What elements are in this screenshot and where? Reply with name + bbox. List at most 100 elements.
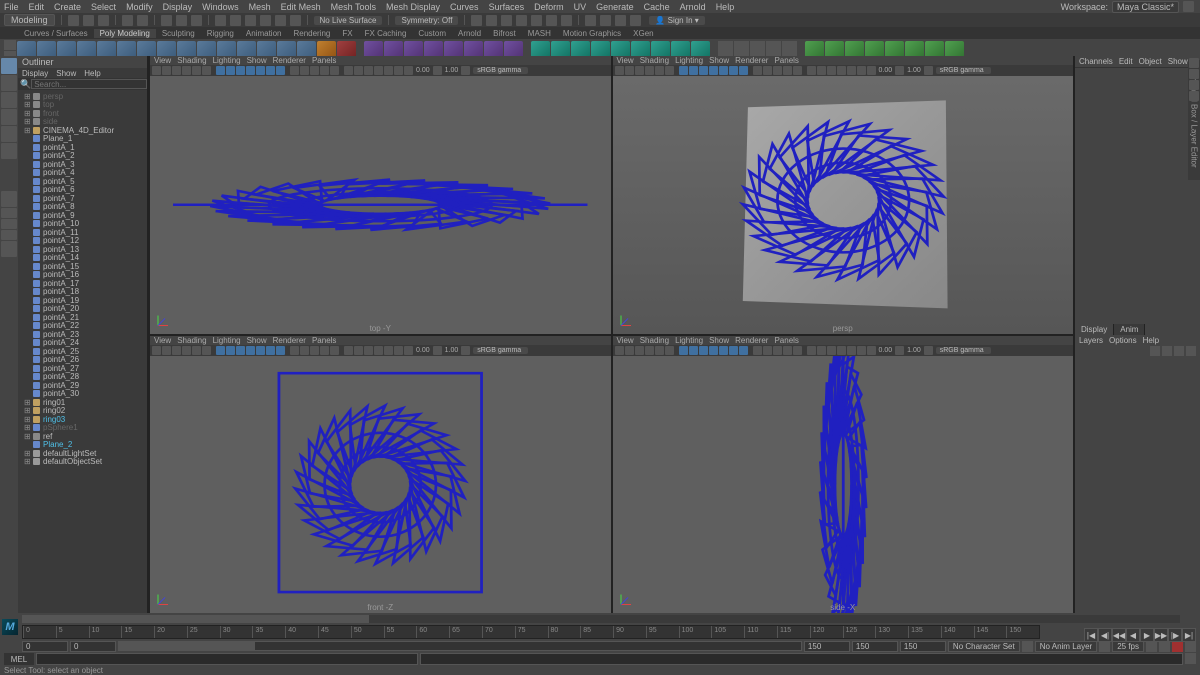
select-tool-icon[interactable] [1,58,17,74]
outliner-item[interactable]: pointA_10 [18,220,147,229]
menu-windows[interactable]: Windows [202,2,239,12]
motion-blur-icon[interactable] [384,66,393,75]
isolate-icon[interactable] [344,66,353,75]
outliner-item[interactable]: ⊞top [18,101,147,110]
last-tool-icon[interactable] [1,191,17,207]
open-scene-icon[interactable] [83,15,94,26]
outliner-item[interactable]: pointA_26 [18,356,147,365]
char-set-icon[interactable] [1022,641,1033,652]
cmd-language-button[interactable]: MEL [4,653,34,665]
workspace-options-icon[interactable] [1183,1,1194,12]
modeling-toolkit-icon[interactable] [600,15,611,26]
safe-title-icon[interactable] [276,66,285,75]
gate-mask-icon[interactable] [246,66,255,75]
outliner-item[interactable]: ⊞ring03 [18,415,147,424]
cb-menu-show[interactable]: Show [1168,57,1188,66]
snap-plane-icon[interactable] [260,15,271,26]
textured-icon[interactable] [310,66,319,75]
outliner-item[interactable]: pointA_21 [18,313,147,322]
vp-canvas-top[interactable]: top -Y [150,76,611,334]
outliner-item[interactable]: ⊞ring02 [18,407,147,416]
multisample-icon[interactable] [394,66,403,75]
shaded-icon[interactable] [300,66,309,75]
undo-icon[interactable] [122,15,133,26]
go-end-icon[interactable]: ▶| [1182,628,1196,642]
play-fwd-icon[interactable]: ▶ [1140,628,1154,642]
outliner-item[interactable]: pointA_2 [18,152,147,161]
current-frame-field[interactable]: 150 [900,641,946,652]
grease-icon[interactable] [202,66,211,75]
exposure-field[interactable]: 0.00 [414,67,432,74]
menu-create[interactable]: Create [54,2,81,12]
outliner-item[interactable]: pointA_28 [18,373,147,382]
menu-curves[interactable]: Curves [450,2,479,12]
outliner-item[interactable]: pointA_23 [18,330,147,339]
grid-icon[interactable] [216,66,225,75]
outliner-item[interactable]: ⊞pSphere1 [18,424,147,433]
viewport-persp[interactable]: ViewShadingLightingShowRendererPanels 0.… [613,56,1074,334]
ipr-icon[interactable] [501,15,512,26]
cb-menu-object[interactable]: Object [1139,57,1162,66]
outliner-list[interactable]: ⊞persp⊞top⊞front⊞side⊞CINEMA_4D_Editor Pl… [18,90,147,613]
safe-action-icon[interactable] [266,66,275,75]
step-back-key-icon[interactable]: ◀| [1098,628,1112,642]
layout-four-icon[interactable] [1,219,17,229]
hud-icon[interactable] [615,15,626,26]
snap-live-icon[interactable] [275,15,286,26]
redo-icon[interactable] [137,15,148,26]
lights-icon[interactable] [320,66,329,75]
outliner-item[interactable]: ⊞front [18,109,147,118]
outliner-item[interactable]: pointA_19 [18,296,147,305]
menu-modify[interactable]: Modify [126,2,153,12]
tool-settings-icon[interactable] [1189,80,1199,90]
layer-tab-display[interactable]: Display [1075,324,1114,335]
shelf-tab-fx[interactable]: FX [336,29,358,38]
outliner-item[interactable]: pointA_29 [18,381,147,390]
vp-canvas-persp[interactable]: persp [613,76,1074,334]
layer-menu-layers[interactable]: Layers [1079,336,1103,345]
step-fwd-key-icon[interactable]: |▶ [1168,628,1182,642]
modeling-toolkit-icon[interactable] [1189,58,1199,68]
new-scene-icon[interactable] [68,15,79,26]
layout-single-icon[interactable] [1,208,17,218]
step-back-icon[interactable]: ◀◀ [1112,628,1126,642]
outliner-item[interactable]: ⊞CINEMA_4D_Editor [18,126,147,135]
outliner-menu-display[interactable]: Display [22,69,48,78]
render-settings-icon[interactable] [516,15,527,26]
outliner-item[interactable]: ⊞side [18,118,147,127]
outliner-menu-show[interactable]: Show [56,69,76,78]
range-end-field[interactable]: 150 [804,641,850,652]
shelf-tab-custom[interactable]: Custom [412,29,452,38]
paint-select-icon[interactable] [191,15,202,26]
construction-history-icon[interactable] [471,15,482,26]
ao-icon[interactable] [374,66,383,75]
outliner-item[interactable]: pointA_22 [18,322,147,331]
move-tool-icon[interactable] [1,109,17,125]
menu-help[interactable]: Help [716,2,735,12]
module-dropdown[interactable]: Modeling [4,14,55,26]
outliner-item[interactable]: pointA_4 [18,169,147,178]
layer-new-empty-icon[interactable] [1186,346,1196,356]
xray-vp-icon[interactable] [354,66,363,75]
outliner-item[interactable]: pointA_15 [18,262,147,271]
menu-mesh-tools[interactable]: Mesh Tools [331,2,376,12]
outliner-item[interactable]: ⊞persp [18,92,147,101]
shelf-tab-render[interactable]: Rendering [287,29,336,38]
light-editor-icon[interactable] [561,15,572,26]
outliner-item[interactable]: pointA_24 [18,339,147,348]
time-slider[interactable]: 0510152025303540455055606570758085909510… [22,625,1040,639]
shelf-tab-sculpt[interactable]: Sculpting [156,29,201,38]
view-slider[interactable] [22,615,1180,623]
outliner-item[interactable]: Plane_2 [18,441,147,450]
outliner-item[interactable]: pointA_3 [18,160,147,169]
channel-box-tab-icon[interactable] [1189,91,1199,101]
anim-start-field[interactable]: 0 [22,641,68,652]
viewport-side[interactable]: ViewShadingLightingShowRendererPanels 0.… [613,336,1074,614]
outliner-search-input[interactable] [31,79,147,89]
fps-dropdown[interactable]: 25 fps [1112,641,1144,652]
outliner-item[interactable]: pointA_27 [18,364,147,373]
shelf-tab-motion[interactable]: Motion Graphics [557,29,627,38]
scale-tool-icon[interactable] [1,143,17,159]
layer-new-icon[interactable] [1174,346,1184,356]
menu-arnold[interactable]: Arnold [680,2,706,12]
